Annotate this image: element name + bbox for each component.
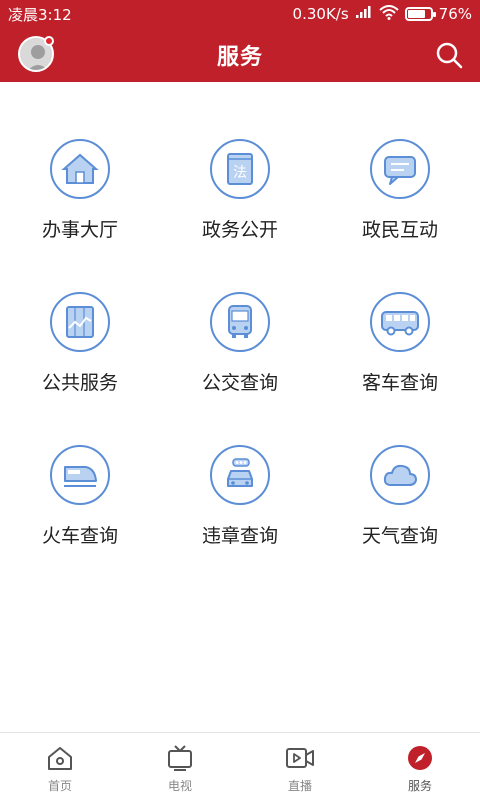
nav-label: 服务: [407, 779, 432, 793]
service-label: 办事大厅: [41, 219, 118, 241]
nav-label: 直播: [287, 779, 312, 793]
service-label: 政民互动: [361, 219, 438, 241]
status-indicators: 0.30K/s 76%: [292, 4, 472, 24]
service-label: 政务公开: [201, 219, 278, 241]
wifi-icon: [378, 4, 399, 24]
search-icon[interactable]: [434, 40, 464, 70]
service-item-public-service[interactable]: 公共服务: [0, 292, 160, 432]
status-time: 凌晨3:12: [8, 5, 72, 24]
service-item-weather[interactable]: 天气查询: [320, 445, 480, 585]
service-item-coach[interactable]: 客车查询: [320, 292, 480, 432]
signal-icon: [355, 5, 373, 23]
service-label: 公共服务: [41, 372, 118, 394]
service-item-train[interactable]: 火车查询: [0, 445, 160, 585]
service-item-gov-affairs[interactable]: 法 政务公开: [160, 139, 320, 279]
nav-label: 首页: [47, 779, 72, 793]
svg-text:法: 法: [233, 165, 247, 181]
battery-fill: [407, 10, 425, 18]
compass-icon: [405, 743, 435, 773]
house-icon: [50, 139, 110, 199]
service-grid: 办事大厅 法 政务公开 政民互动 公共服务 公交查询 客车查询 火车查询 违章查…: [0, 82, 480, 732]
train-icon: [50, 445, 110, 505]
service-item-interaction[interactable]: 政民互动: [320, 139, 480, 279]
nav-item-services[interactable]: 服务: [360, 733, 480, 800]
service-label: 天气查询: [361, 525, 438, 547]
notification-dot: [44, 36, 54, 46]
service-label: 违章查询: [201, 525, 278, 547]
nav-item-home[interactable]: 首页: [0, 733, 120, 800]
nav-item-live[interactable]: 直播: [240, 733, 360, 800]
app-header: 服务: [0, 28, 480, 82]
bus-front-icon: [210, 292, 270, 352]
network-speed: 0.30K/s: [292, 5, 349, 23]
nav-label: 电视: [167, 779, 192, 793]
service-item-violation[interactable]: 违章查询: [160, 445, 320, 585]
page-title: 服务: [216, 45, 263, 70]
service-label: 客车查询: [361, 372, 438, 394]
coach-bus-icon: [370, 292, 430, 352]
live-video-icon: [285, 743, 315, 773]
home-icon: [45, 743, 75, 773]
service-label: 火车查询: [41, 525, 118, 547]
cloud-icon: [370, 445, 430, 505]
law-book-icon: 法: [210, 139, 270, 199]
status-bar: 凌晨3:12 0.30K/s 76%: [0, 0, 480, 28]
battery-percent: 76%: [438, 5, 472, 23]
battery-icon: [404, 7, 436, 21]
service-item-hall[interactable]: 办事大厅: [0, 139, 160, 279]
tv-icon: [165, 743, 195, 773]
car-traffic-icon: [210, 445, 270, 505]
service-label: 公交查询: [201, 372, 278, 394]
service-item-bus[interactable]: 公交查询: [160, 292, 320, 432]
nav-item-tv[interactable]: 电视: [120, 733, 240, 800]
bottom-nav: 首页 电视 直播 服务: [0, 732, 480, 800]
chart-board-icon: [50, 292, 110, 352]
chat-bubble-icon: [370, 139, 430, 199]
